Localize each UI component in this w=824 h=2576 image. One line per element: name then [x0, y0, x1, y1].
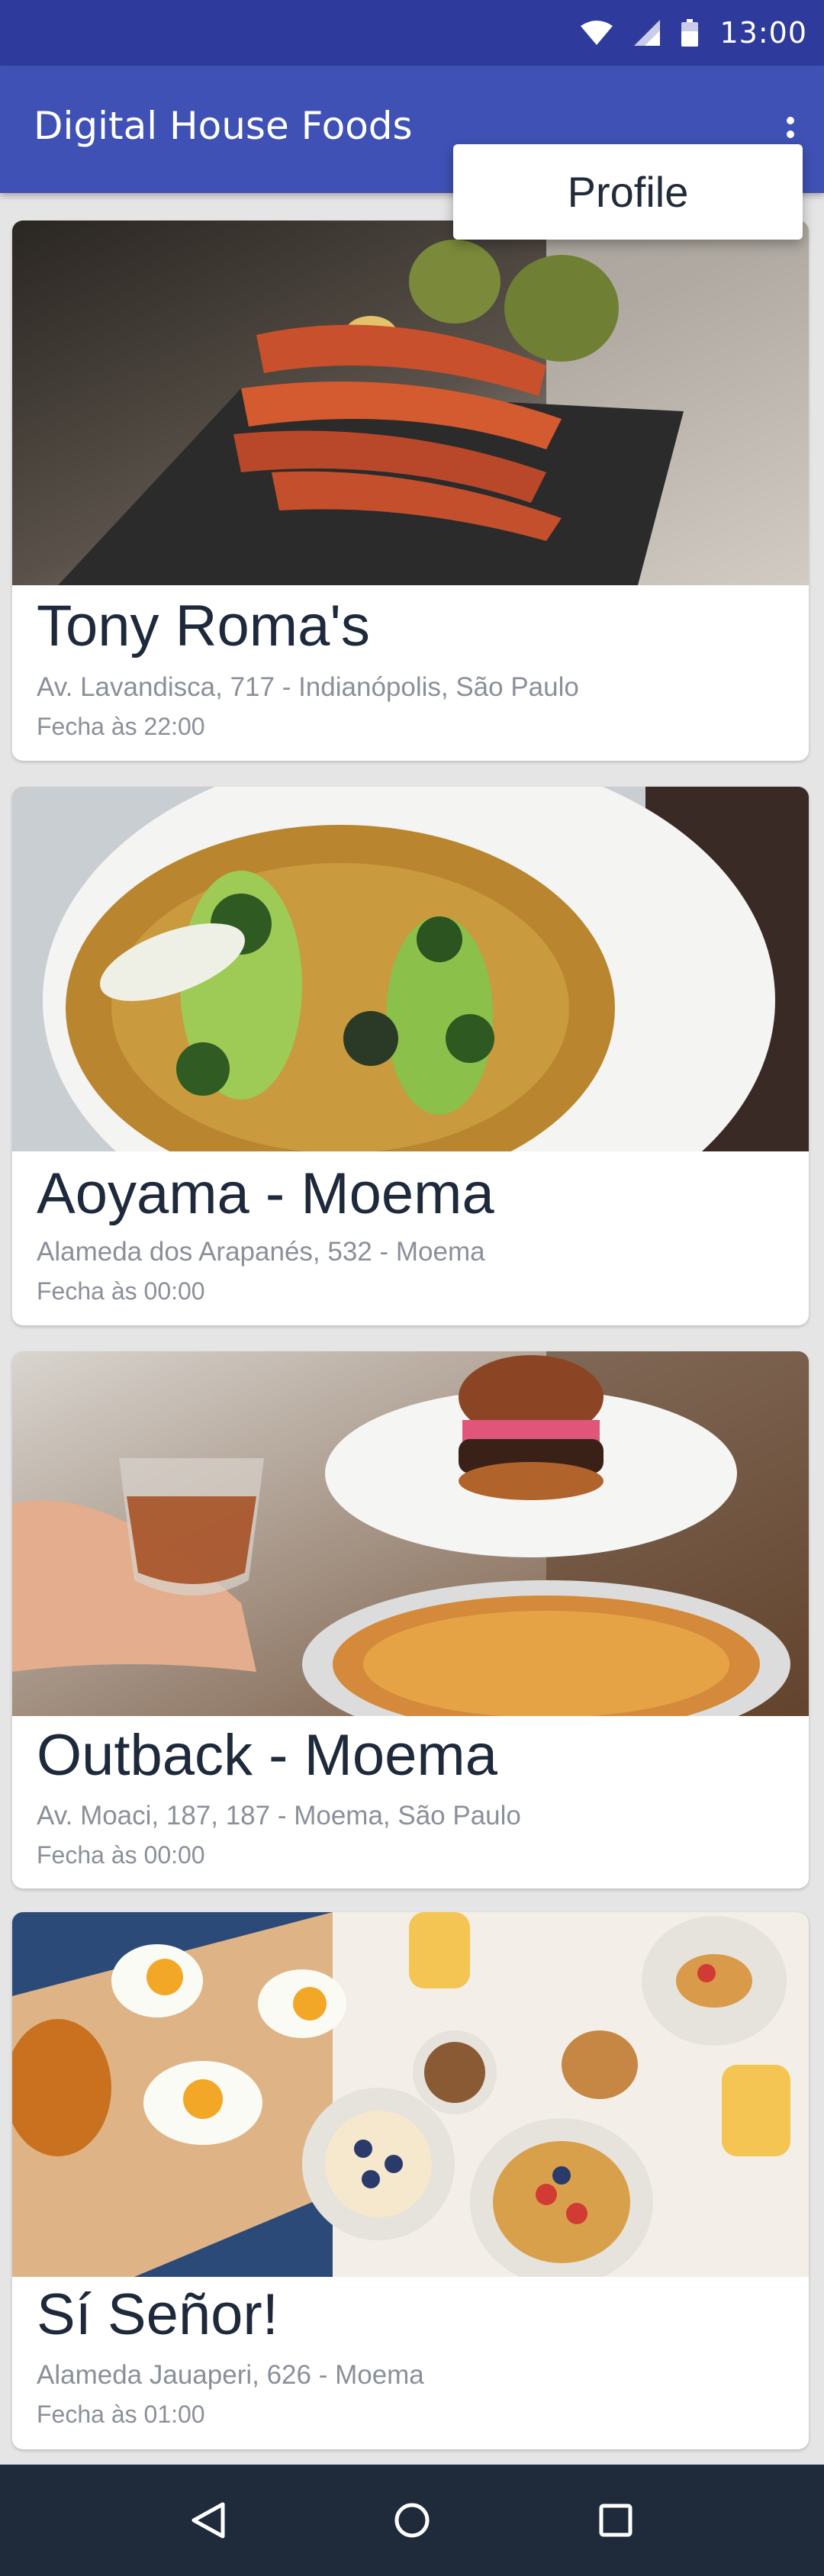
restaurant-card[interactable]: Aoyama - Moema Alameda dos Arapanés, 532… — [12, 787, 809, 1325]
restaurant-name: Outback - Moema — [37, 1723, 497, 1788]
navigation-bar — [0, 2465, 824, 2576]
restaurant-address: Alameda dos Arapanés, 532 - Moema — [37, 1237, 485, 1267]
plated-dish-photo — [12, 787, 809, 1151]
wifi-icon — [581, 21, 613, 45]
back-icon[interactable] — [182, 2494, 235, 2547]
restaurant-list[interactable]: Tony Roma's Av. Lavandisca, 717 - Indian… — [0, 193, 824, 2465]
battery-icon — [681, 19, 699, 47]
overflow-menu: Profile — [453, 144, 803, 240]
restaurant-card[interactable]: Tony Roma's Av. Lavandisca, 717 - Indian… — [12, 221, 809, 761]
home-icon[interactable] — [385, 2494, 439, 2547]
signal-icon — [634, 20, 661, 46]
restaurant-hours: Fecha às 00:00 — [37, 1841, 205, 1869]
restaurant-hours: Fecha às 22:00 — [37, 713, 205, 740]
app-title: Digital House Foods — [34, 104, 413, 148]
restaurant-name: Aoyama - Moema — [37, 1161, 494, 1226]
grilled-shrimp-photo — [12, 221, 809, 585]
restaurant-hours: Fecha às 00:00 — [37, 1277, 205, 1305]
burger-and-drink-photo — [12, 1351, 809, 1716]
restaurant-card[interactable]: Sí Señor! Alameda Jauaperi, 626 - Moema … — [12, 1912, 809, 2449]
restaurant-address: Alameda Jauaperi, 626 - Moema — [37, 2360, 424, 2390]
status-bar: 13:00 — [0, 0, 824, 66]
status-time: 13:00 — [719, 16, 807, 50]
restaurant-name: Sí Señor! — [37, 2282, 278, 2347]
recents-icon[interactable] — [589, 2494, 642, 2547]
restaurant-card[interactable]: Outback - Moema Av. Moaci, 187, 187 - Mo… — [12, 1351, 809, 1889]
restaurant-hours: Fecha às 01:00 — [37, 2401, 205, 2428]
restaurant-name: Tony Roma's — [37, 594, 370, 658]
restaurant-address: Av. Lavandisca, 717 - Indianópolis, São … — [37, 672, 579, 702]
restaurant-address: Av. Moaci, 187, 187 - Moema, São Paulo — [37, 1801, 521, 1831]
breakfast-table-photo — [12, 1912, 809, 2277]
menu-item-profile[interactable]: Profile — [568, 167, 689, 217]
